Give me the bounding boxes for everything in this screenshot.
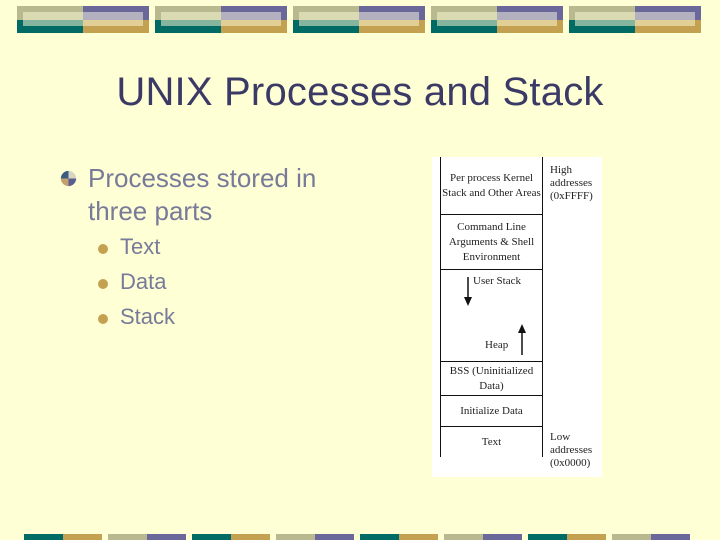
sub-bullet-text: Text bbox=[120, 234, 161, 259]
process-memory-layout-diagram: Per process Kernel Stack and Other Areas… bbox=[432, 157, 602, 477]
high-addresses-label: High addresses (0xFFFF) bbox=[550, 164, 593, 203]
down-arrow-icon bbox=[464, 277, 472, 306]
sub-bullet-text: Stack bbox=[120, 304, 176, 329]
segment-label: Text bbox=[481, 435, 502, 448]
up-arrow-icon bbox=[518, 324, 526, 355]
segment-label: Per process Kernel Stack and Other Areas bbox=[442, 171, 541, 199]
decorative-block bbox=[276, 534, 354, 540]
decorative-block bbox=[108, 534, 186, 540]
memory-column: Per process Kernel Stack and Other Areas… bbox=[440, 157, 543, 457]
decorative-block bbox=[444, 534, 522, 540]
address-line: High bbox=[550, 164, 572, 176]
dot-bullet-icon bbox=[98, 314, 108, 324]
decorative-block bbox=[24, 534, 102, 540]
dot-bullet-icon bbox=[98, 244, 108, 254]
segment-command-line-args: Command Line Arguments & Shell Environme… bbox=[441, 215, 542, 270]
segment-label: Initialize Data bbox=[460, 404, 523, 417]
address-line: (0x0000) bbox=[550, 457, 591, 469]
heap-label: Heap bbox=[485, 339, 509, 351]
address-line: addresses bbox=[550, 444, 593, 456]
decorative-block bbox=[360, 534, 438, 540]
segment-kernel-stack: Per process Kernel Stack and Other Areas bbox=[441, 157, 542, 215]
address-line: addresses bbox=[550, 177, 593, 189]
segment-label: Command Line Arguments & Shell Environme… bbox=[448, 220, 535, 263]
address-line: (0xFFFF) bbox=[550, 190, 593, 202]
segment-initialized-data: Initialize Data bbox=[441, 396, 542, 427]
decorative-block bbox=[293, 6, 425, 33]
main-bullet-text: Processes stored in three parts bbox=[88, 163, 317, 226]
sub-bullet-text: Data bbox=[120, 269, 167, 294]
quartered-circle-bullet-icon bbox=[60, 170, 77, 187]
decorative-block bbox=[569, 6, 701, 33]
decorative-block bbox=[155, 6, 287, 33]
top-decorative-bar bbox=[17, 6, 701, 33]
segment-label: BSS (Uninitialized Data) bbox=[449, 364, 534, 392]
low-addresses-label: Low addresses (0x0000) bbox=[550, 431, 592, 470]
dot-bullet-icon bbox=[98, 279, 108, 289]
user-stack-label: User Stack bbox=[473, 275, 521, 287]
decorative-block bbox=[431, 6, 563, 33]
segment-bss: BSS (Uninitialized Data) bbox=[441, 362, 542, 396]
decorative-block bbox=[192, 534, 270, 540]
segment-text: Text bbox=[441, 427, 542, 457]
address-line: Low bbox=[550, 431, 571, 443]
decorative-block bbox=[528, 534, 606, 540]
bottom-decorative-bar bbox=[24, 534, 690, 540]
decorative-block bbox=[17, 6, 149, 33]
slide-title: UNIX Processes and Stack bbox=[116, 70, 604, 114]
decorative-block bbox=[612, 534, 690, 540]
